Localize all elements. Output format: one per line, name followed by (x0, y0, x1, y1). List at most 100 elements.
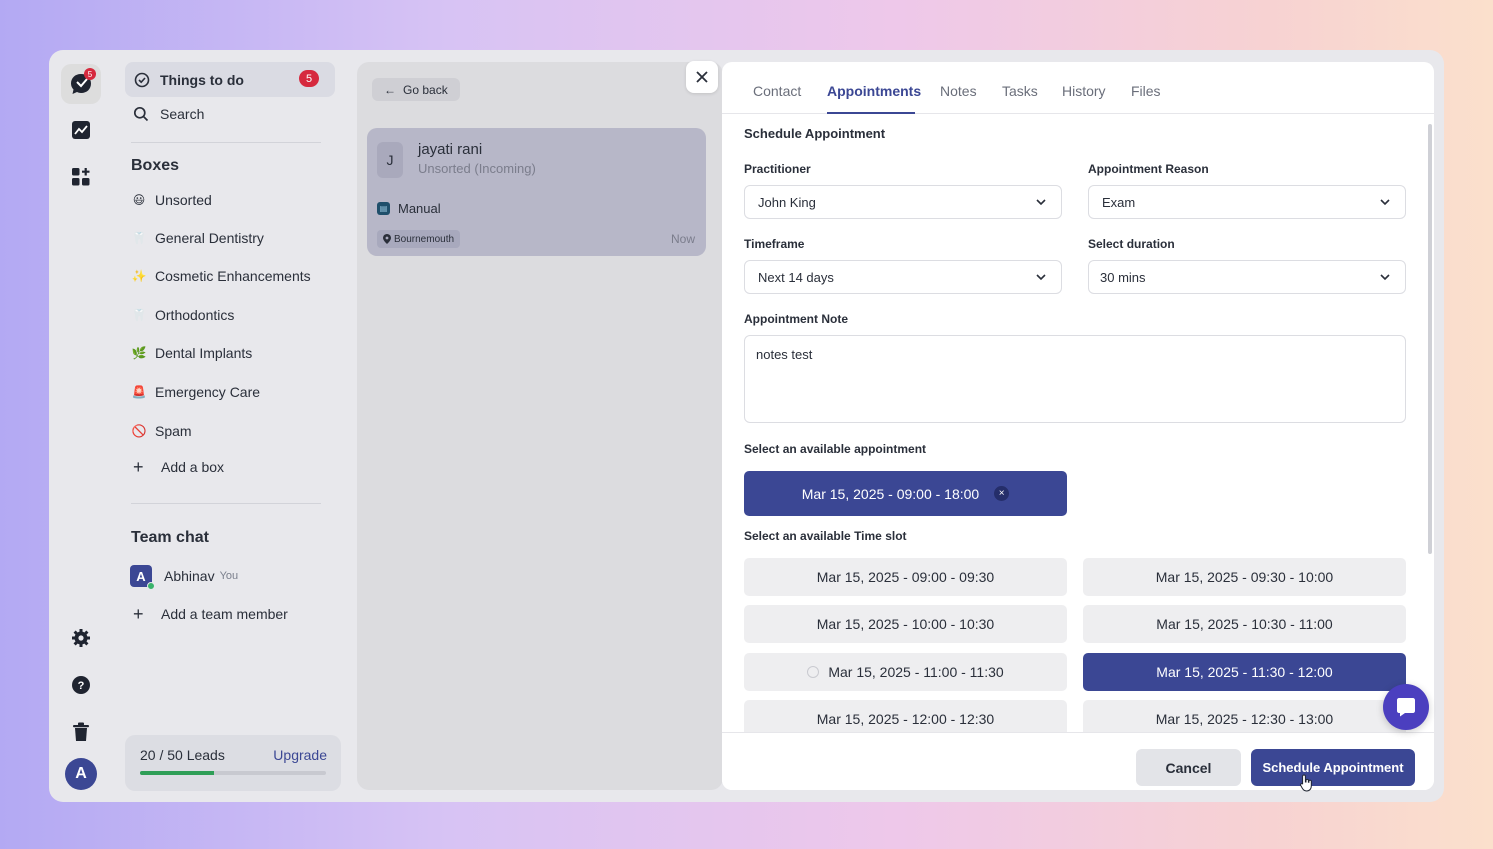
smile-emoji-icon: 😃 (132, 193, 146, 207)
member-avatar: A (130, 565, 155, 590)
app-logo-button[interactable]: 5 (61, 64, 101, 104)
selected-appointment-chip[interactable]: Mar 15, 2025 - 09:00 - 18:00 × (744, 471, 1067, 516)
lead-time: Now (670, 232, 695, 246)
add-team-member-button[interactable]: + Add a team member (133, 604, 288, 624)
herb-emoji-icon: 🌿 (131, 346, 147, 360)
active-tab-indicator (827, 112, 915, 114)
lead-card[interactable]: J jayati rani Unsorted (Incoming) ▤ Manu… (367, 128, 706, 256)
sparkles-emoji-icon: ✨ (131, 269, 147, 283)
lead-source-label: Manual (398, 201, 441, 216)
box-label: Dental Implants (155, 345, 253, 361)
hand-cursor-icon (1300, 774, 1312, 792)
appointment-note-textarea[interactable]: notes test (744, 335, 1406, 423)
settings-button[interactable] (61, 618, 101, 658)
chat-support-button[interactable] (1383, 684, 1429, 730)
sidebar-item-spam[interactable]: 🚫 Spam (131, 421, 192, 441)
time-slot-1000[interactable]: Mar 15, 2025 - 09:30 - 10:00 (1083, 558, 1406, 596)
tab-contact[interactable]: Contact (753, 83, 801, 99)
time-slot-1130[interactable]: Mar 15, 2025 - 11:00 - 11:30 (744, 653, 1067, 691)
duration-select[interactable]: 30 mins (1088, 260, 1406, 294)
close-panel-button[interactable] (686, 61, 718, 93)
trash-button[interactable] (61, 712, 101, 752)
tooth-emoji-icon: 🦷 (131, 308, 147, 322)
sidebar-item-dental-implants[interactable]: 🌿 Dental Implants (131, 343, 253, 363)
location-pin-icon (383, 234, 391, 244)
go-back-label: Go back (403, 82, 448, 97)
tab-files[interactable]: Files (1131, 83, 1161, 99)
lead-source: ▤ Manual (377, 201, 441, 216)
member-name: Abhinav (164, 568, 215, 584)
timeframe-select[interactable]: Next 14 days (744, 260, 1062, 294)
chevron-down-icon (1380, 199, 1390, 206)
apps-button[interactable] (61, 157, 101, 197)
leads-progress-fill (140, 771, 215, 775)
search-label: Search (160, 106, 205, 122)
reason-select[interactable]: Exam (1088, 185, 1406, 219)
schedule-appointment-button[interactable]: Schedule Appointment (1251, 749, 1415, 786)
clear-selection-icon[interactable]: × (994, 486, 1010, 501)
sidebar-item-things-to-do[interactable]: Things to do 5 (125, 62, 335, 97)
leads-usage-card: 20 / 50 Leads Upgrade (125, 735, 341, 791)
sidebar-item-unsorted[interactable]: 😃 Unsorted (131, 190, 212, 210)
logo-notification-badge: 5 (84, 68, 96, 80)
chevron-down-icon (1380, 274, 1390, 281)
sidebar-item-cosmetic-enhancements[interactable]: ✨ Cosmetic Enhancements (131, 266, 311, 286)
time-slot-1100[interactable]: Mar 15, 2025 - 10:30 - 11:00 (1083, 605, 1406, 643)
chart-trend-icon (72, 121, 90, 139)
time-slot-label: Select an available Time slot (744, 529, 907, 543)
tab-notes[interactable]: Notes (940, 83, 977, 99)
lead-location-tag: Bournemouth (377, 230, 461, 248)
boxes-title: Boxes (131, 157, 180, 174)
available-appointment-label: Select an available appointment (744, 442, 927, 456)
timeframe-value: Next 14 days (758, 269, 834, 285)
practitioner-select[interactable]: John King (744, 185, 1062, 219)
todo-count-badge: 5 (299, 70, 319, 87)
prohibited-emoji-icon: 🚫 (131, 424, 147, 438)
panel-scrollbar[interactable] (1428, 124, 1432, 554)
time-slot-1200-selected[interactable]: Mar 15, 2025 - 11:30 - 12:00 (1083, 653, 1406, 691)
sidebar-item-orthodontics[interactable]: 🦷 Orthodontics (131, 305, 235, 325)
user-avatar: A (65, 758, 97, 790)
search-icon (133, 106, 149, 122)
time-slot-0930[interactable]: Mar 15, 2025 - 09:00 - 09:30 (744, 558, 1067, 596)
leads-progress-bar (140, 771, 326, 775)
analytics-button[interactable] (61, 110, 101, 150)
cancel-button[interactable]: Cancel (1136, 749, 1241, 786)
chevron-down-icon (1036, 274, 1046, 281)
lead-name: jayati rani (418, 141, 483, 158)
add-box-button[interactable]: + Add a box (133, 458, 224, 476)
sidebar: Things to do 5 Search Boxes 😃 Unsorted 🦷… (113, 50, 343, 802)
lead-location-label: Bournemouth (394, 233, 455, 245)
app-window: 5 ? A Things to do 5 Search Boxes 😃 Unso… (49, 50, 1444, 802)
help-button[interactable]: ? (61, 665, 101, 705)
box-label: Orthodontics (155, 307, 235, 323)
note-label: Appointment Note (744, 312, 848, 326)
help-icon: ? (72, 676, 90, 694)
add-member-label: Add a team member (161, 606, 288, 622)
tab-tasks[interactable]: Tasks (1002, 83, 1038, 99)
reason-value: Exam (1102, 194, 1136, 210)
chat-bubble-icon (1397, 698, 1415, 717)
sidebar-search[interactable]: Search (133, 106, 204, 122)
schedule-heading: Schedule Appointment (744, 126, 886, 141)
todo-label: Things to do (160, 71, 244, 88)
box-label: Emergency Care (155, 384, 261, 400)
plus-icon: + (133, 604, 144, 624)
panel-footer: Cancel Schedule Appointment (722, 732, 1434, 790)
online-status-dot (147, 582, 155, 590)
contact-detail-panel: Contact Appointments Notes Tasks History… (722, 62, 1434, 790)
sidebar-item-emergency-care[interactable]: 🚨 Emergency Care (131, 382, 261, 402)
upgrade-link[interactable]: Upgrade (273, 747, 327, 763)
profile-button[interactable]: A (61, 754, 101, 794)
apps-grid-icon (72, 168, 90, 186)
box-label: Cosmetic Enhancements (155, 268, 311, 284)
tooth-emoji-icon: 🦷 (131, 231, 147, 245)
tab-history[interactable]: History (1062, 83, 1106, 99)
divider (131, 503, 321, 504)
sidebar-item-general-dentistry[interactable]: 🦷 General Dentistry (131, 228, 264, 248)
time-slot-1030[interactable]: Mar 15, 2025 - 10:00 - 10:30 (744, 605, 1067, 643)
tab-appointments[interactable]: Appointments (827, 83, 921, 99)
team-member-abhinav[interactable]: A Abhinav You (130, 565, 238, 590)
go-back-button[interactable]: ← Go back (372, 78, 460, 101)
tab-bar: Contact Appointments Notes Tasks History… (722, 62, 1434, 114)
